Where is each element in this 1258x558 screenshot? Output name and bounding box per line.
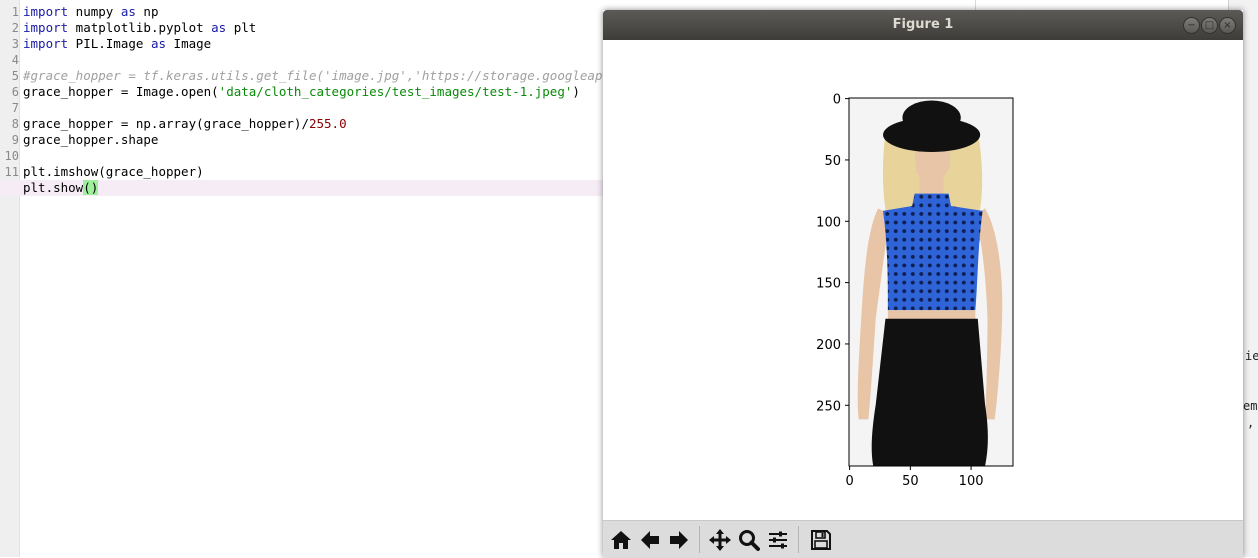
code-token: import (23, 36, 69, 51)
code-token: 255.0 (308, 116, 347, 131)
back-button[interactable] (636, 526, 663, 553)
zoom-icon (738, 529, 760, 551)
close-button[interactable]: × (1219, 17, 1236, 34)
code-token: PIL.Image (68, 36, 151, 51)
code-token: grace_hopper.shape (23, 132, 159, 147)
back-arrow-icon (640, 530, 659, 549)
x-tick-label: 0 (845, 474, 853, 489)
code-token: 'data/cloth_categories/test_images/test-… (218, 84, 573, 99)
home-icon (610, 530, 631, 549)
code-token: numpy (68, 4, 121, 19)
image-content (849, 98, 1013, 466)
save-icon (810, 529, 831, 550)
figure-toolbar (603, 520, 1243, 558)
side-panel-text: em (1243, 399, 1258, 413)
code-token: ) (572, 84, 580, 99)
plot-canvas[interactable]: 0 50 100 150 200 250 0 50 100 (603, 40, 1243, 520)
code-token: plt.imshow(grace_hopper) (23, 164, 204, 179)
maximize-button[interactable]: □ (1201, 17, 1218, 34)
toolbar-separator (798, 526, 799, 553)
figure-midriff (887, 310, 976, 321)
figure-window[interactable]: Figure 1 − □ × 0 50 100 150 200 250 0 50 100 (603, 10, 1243, 558)
figure-top (883, 193, 983, 311)
pan-icon (708, 528, 731, 551)
plot-area: 0 50 100 150 200 250 0 50 100 (816, 93, 1014, 489)
pan-button[interactable] (706, 526, 733, 553)
x-tick-label: 50 (902, 474, 919, 489)
y-tick-label: 150 (816, 277, 841, 292)
code-token: import (23, 20, 69, 35)
zoom-button[interactable] (735, 526, 762, 553)
figure-hat-crown (902, 100, 961, 135)
forward-button[interactable] (665, 526, 692, 553)
configure-subplots-button[interactable] (764, 526, 791, 553)
code-token: grace_hopper = np.array(grace_hopper)/ (23, 116, 309, 131)
code-token: as (150, 36, 167, 51)
code-token: grace_hopper = Image.open( (23, 84, 219, 99)
home-button[interactable] (607, 526, 634, 553)
code-token: Image (166, 36, 212, 51)
window-titlebar[interactable]: Figure 1 − □ × (603, 10, 1243, 40)
side-panel-text: , (1247, 416, 1255, 430)
forward-arrow-icon (669, 530, 688, 549)
configure-subplots-icon (768, 531, 787, 548)
code-token: matplotlib.pyplot (68, 20, 212, 35)
code-token: np (135, 4, 159, 19)
code-token: plt (226, 20, 257, 35)
y-tick-label: 250 (816, 399, 841, 414)
code-token: () (83, 180, 99, 195)
figure-skirt (871, 318, 988, 466)
x-tick-label: 100 (959, 474, 984, 489)
side-panel-text: ie (1245, 349, 1258, 363)
y-tick-label: 0 (833, 93, 841, 108)
window-title: Figure 1 (892, 17, 954, 32)
save-button[interactable] (807, 526, 834, 553)
minimize-button[interactable]: − (1183, 17, 1200, 34)
y-tick-label: 50 (824, 154, 841, 169)
toolbar-separator (699, 526, 700, 553)
code-token: as (211, 20, 227, 35)
code-token: as (120, 4, 136, 19)
code-token: plt.show (23, 180, 84, 195)
y-tick-label: 200 (816, 338, 841, 353)
code-token: #grace_hopper = tf.keras.utils.get_file(… (23, 68, 603, 83)
code-token: import (23, 4, 69, 19)
y-tick-label: 100 (816, 215, 841, 230)
